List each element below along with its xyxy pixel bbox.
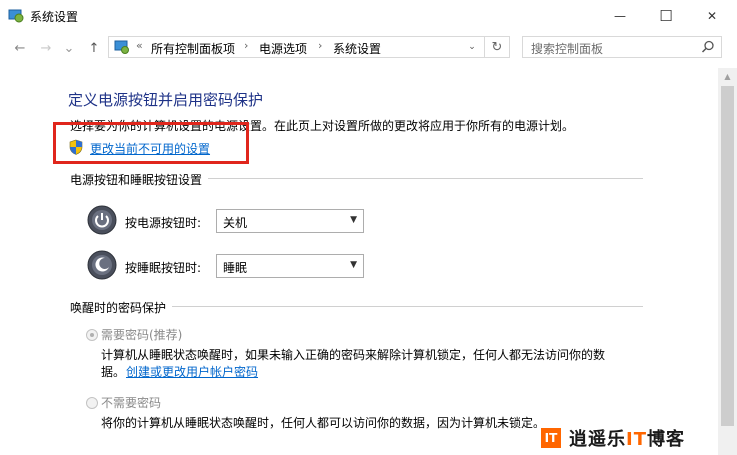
forward-arrow-icon: →	[40, 40, 52, 56]
minimize-icon: —	[614, 8, 626, 23]
back-button[interactable]: ←	[10, 38, 30, 58]
chevron-down-icon: ▼	[350, 215, 357, 225]
maximize-button[interactable]: ☐	[643, 0, 689, 31]
maximize-icon: ☐	[659, 6, 673, 25]
require-password-description-end: 据。	[101, 365, 126, 379]
address-dropdown-icon[interactable]: ⌄	[465, 39, 479, 55]
require-password-radio[interactable]	[86, 329, 98, 341]
highlight-box	[53, 122, 249, 164]
breadcrumb-overflow[interactable]: «	[136, 39, 143, 52]
control-panel-icon	[114, 40, 129, 54]
require-password-label[interactable]: 需要密码(推荐)	[101, 326, 182, 343]
breadcrumb-system-settings[interactable]: 系统设置	[333, 40, 381, 57]
up-arrow-icon: ↑	[88, 40, 100, 56]
close-button[interactable]: ✕	[689, 0, 735, 31]
address-bar[interactable]: « 所有控制面板项 › 电源选项 › 系统设置 ⌄ ↻	[108, 36, 510, 58]
forward-button[interactable]: →	[36, 38, 56, 58]
power-button-action-value: 关机	[223, 216, 248, 230]
breadcrumb-separator[interactable]: ›	[244, 39, 248, 52]
sleep-button-action-value: 睡眠	[223, 261, 248, 275]
breadcrumb-separator[interactable]: ›	[318, 39, 322, 52]
section-title-wake-password: 唤醒时的密码保护	[70, 301, 167, 315]
search-box[interactable]: 搜索控制面板	[522, 36, 722, 58]
watermark-logo: IT	[541, 428, 561, 448]
up-button[interactable]: ↑	[84, 38, 104, 58]
breadcrumb-all-control-panel-items[interactable]: 所有控制面板项	[151, 40, 235, 57]
window-title: 系统设置	[30, 10, 79, 24]
sleep-button-label: 按睡眠按钮时:	[125, 261, 202, 275]
recent-locations-button[interactable]: ⌄	[62, 38, 76, 58]
no-password-radio[interactable]	[86, 397, 98, 409]
chevron-down-icon: ⌄	[63, 40, 75, 56]
chevron-down-icon: ▼	[350, 260, 357, 270]
vertical-scrollbar[interactable]: ▲	[718, 68, 737, 455]
sleep-button-action-select[interactable]: 睡眠 ▼	[216, 254, 364, 278]
divider	[208, 178, 643, 179]
watermark: IT 逍遥乐IT博客	[537, 425, 715, 451]
minimize-button[interactable]: —	[597, 0, 643, 31]
page-title: 定义电源按钮并启用密码保护	[68, 91, 264, 109]
system-settings-icon	[8, 9, 24, 23]
no-password-description: 将你的计算机从睡眠状态唤醒时，任何人都可以访问你的数据，因为计算机未锁定。	[101, 416, 546, 430]
scroll-up-icon[interactable]: ▲	[718, 68, 737, 85]
refresh-icon[interactable]: ↻	[484, 37, 509, 57]
breadcrumb-power-options[interactable]: 电源选项	[259, 40, 307, 57]
divider	[172, 306, 643, 307]
power-button-label: 按电源按钮时:	[125, 216, 202, 230]
no-password-label[interactable]: 不需要密码	[101, 394, 161, 411]
power-button-icon	[87, 205, 117, 235]
power-button-action-select[interactable]: 关机 ▼	[216, 209, 364, 233]
watermark-text: 逍遥乐IT博客	[569, 429, 685, 450]
search-input[interactable]: 搜索控制面板	[531, 40, 603, 57]
section-title-buttons: 电源按钮和睡眠按钮设置	[70, 173, 203, 187]
back-arrow-icon: ←	[14, 40, 26, 56]
sleep-button-icon	[87, 250, 117, 280]
radio-selected-dot	[90, 333, 94, 337]
require-password-description: 计算机从睡眠状态唤醒时，如果未输入正确的密码来解除计算机锁定，任何人都无法访问你…	[101, 348, 606, 362]
scrollbar-thumb[interactable]	[721, 86, 734, 426]
close-icon: ✕	[706, 8, 718, 23]
title-bar: 系统设置 — ☐ ✕	[0, 0, 737, 31]
search-icon[interactable]	[701, 40, 715, 54]
create-change-password-link[interactable]: 创建或更改用户帐户密码	[126, 363, 258, 380]
